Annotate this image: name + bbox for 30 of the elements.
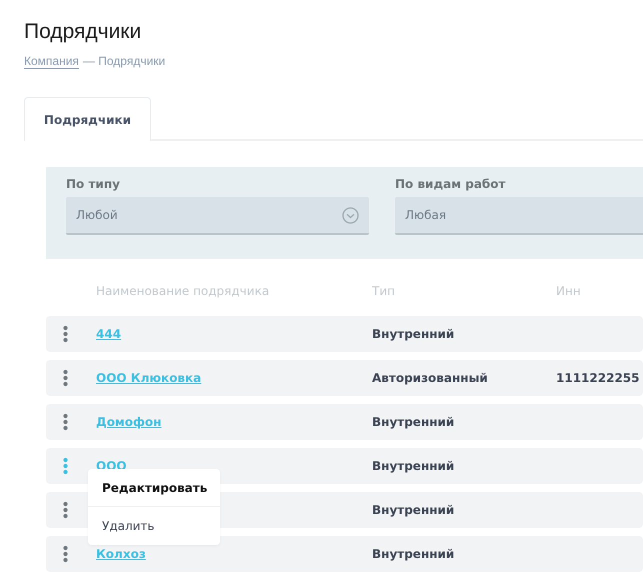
more-vertical-icon[interactable] (63, 545, 68, 563)
breadcrumb-current: — Подрядчики (82, 54, 166, 69)
page-title: Подрядчики (24, 20, 142, 44)
contractor-link[interactable]: Колхоз (96, 547, 146, 561)
more-vertical-icon[interactable] (63, 369, 68, 387)
menu-item[interactable]: Удалить (88, 507, 220, 545)
tab[interactable]: Подрядчики (24, 97, 151, 141)
table-cell: Авторизованный (372, 371, 488, 385)
filter-label: По видам работ (395, 177, 507, 191)
column-header: Инн (556, 284, 581, 300)
table-cell: Внутренний (372, 503, 454, 517)
table-cell: Внутренний (372, 459, 454, 473)
filter-label: По типу (66, 177, 121, 191)
breadcrumb-link[interactable]: Компания (24, 54, 79, 69)
contractor-link[interactable]: Домофон (96, 415, 162, 429)
more-vertical-icon[interactable] (63, 413, 68, 431)
table-cell: 1111222255 (556, 371, 640, 385)
column-header: Наименование подрядчика (95, 284, 270, 300)
chevron-down-icon (342, 206, 359, 224)
table-cell: Внутренний (372, 415, 454, 429)
table-cell: Внутренний (372, 547, 454, 561)
contractor-link[interactable]: ООО Клюковка (96, 371, 202, 385)
menu-item[interactable]: Редактировать (88, 469, 220, 507)
column-header: Тип (372, 284, 396, 300)
contractor-link[interactable]: 444 (96, 327, 122, 341)
more-vertical-icon[interactable] (63, 325, 68, 343)
select-field[interactable]: Любой (66, 197, 369, 235)
table-cell: Внутренний (372, 327, 454, 341)
more-vertical-icon[interactable] (63, 501, 68, 519)
select-field[interactable]: Любая (395, 197, 643, 235)
